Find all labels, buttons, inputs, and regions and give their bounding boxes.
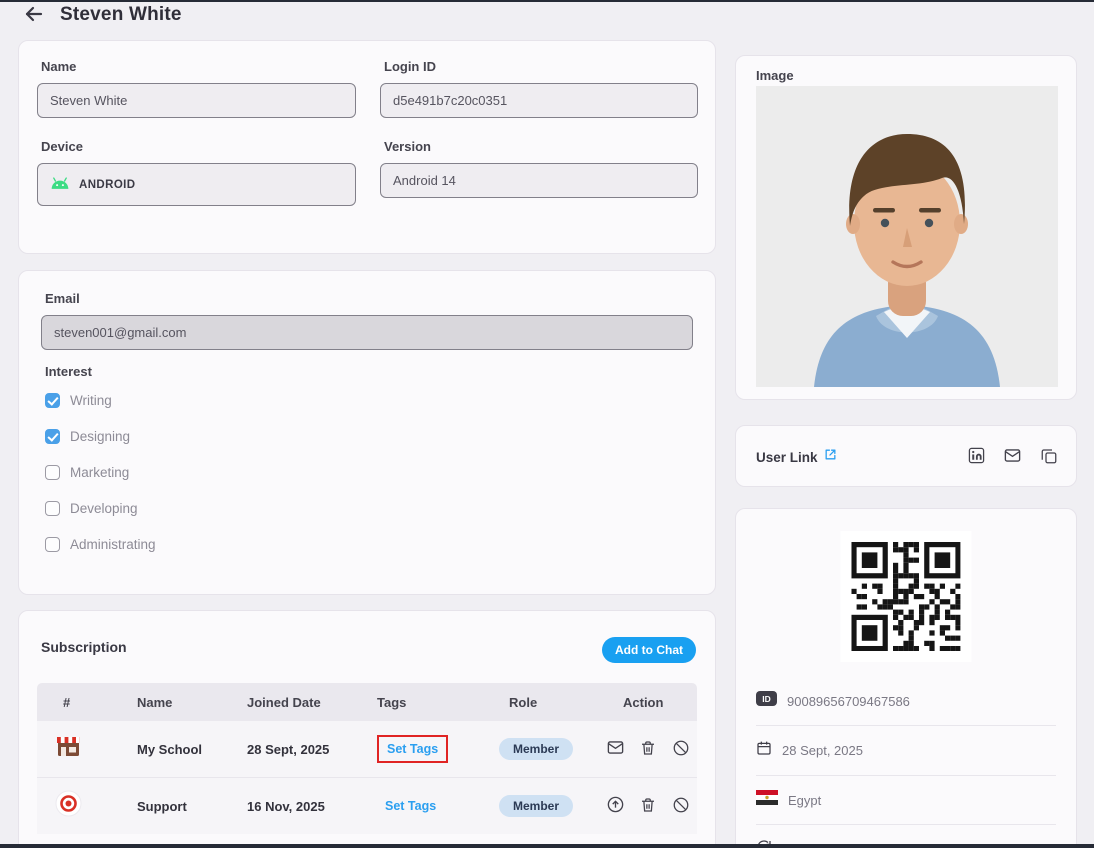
checkbox-writing[interactable] xyxy=(45,393,60,408)
version-label: Version xyxy=(384,139,698,154)
user-link-card: User Link xyxy=(735,425,1077,487)
col-tags: Tags xyxy=(353,695,473,710)
external-link-icon xyxy=(824,448,837,466)
col-action: Action xyxy=(599,695,697,710)
table-row: Support 16 Nov, 2025 Set Tags Member xyxy=(37,777,697,834)
table-header-row: # Name Joined Date Tags Role Action xyxy=(37,683,697,721)
role-badge: Member xyxy=(499,738,573,760)
device-info-card: Name Steven White Login ID d5e491b7c20c0… xyxy=(18,40,716,254)
send-button[interactable] xyxy=(606,795,625,817)
arrow-up-circle-icon xyxy=(606,795,625,817)
device-input[interactable]: ANDROID xyxy=(37,163,356,206)
email-interest-card: Email steven001@gmail.com Interest Writi… xyxy=(18,270,716,595)
support-icon xyxy=(37,790,113,822)
qr-code xyxy=(840,531,971,662)
linkedin-icon xyxy=(968,447,985,467)
back-button[interactable] xyxy=(22,2,46,29)
row-name: My School xyxy=(113,742,223,757)
user-id-row: ID 90089656709467586 xyxy=(756,677,1056,726)
trash-icon xyxy=(639,796,657,817)
checkbox-designing[interactable] xyxy=(45,429,60,444)
login-id-input[interactable]: d5e491b7c20c0351 xyxy=(380,83,698,118)
ban-icon xyxy=(672,739,690,760)
profile-photo xyxy=(756,86,1058,387)
interest-option-designing[interactable]: Designing xyxy=(45,425,156,448)
row-name: Support xyxy=(113,799,223,814)
block-button[interactable] xyxy=(672,739,690,760)
bottom-edge-bar xyxy=(0,844,1094,848)
mail-icon xyxy=(606,738,625,760)
user-link-actions xyxy=(968,426,1058,488)
image-card: Image xyxy=(735,55,1077,400)
interest-option-writing[interactable]: Writing xyxy=(45,389,156,412)
delete-button[interactable] xyxy=(639,796,657,817)
login-id-field: Login ID d5e491b7c20c0351 xyxy=(380,59,698,118)
copy-icon xyxy=(1040,447,1058,468)
page-header: Steven White xyxy=(22,0,182,30)
name-label: Name xyxy=(41,59,356,74)
country-row: Egypt xyxy=(756,776,1056,825)
checkbox-marketing[interactable] xyxy=(45,465,60,480)
svg-text:ID: ID xyxy=(762,694,771,704)
interest-option-developing[interactable]: Developing xyxy=(45,497,156,520)
row-joined-date: 28 Sept, 2025 xyxy=(223,742,353,757)
col-joined-date: Joined Date xyxy=(223,695,353,710)
email-input[interactable]: steven001@gmail.com xyxy=(41,315,693,350)
school-icon xyxy=(37,733,113,765)
subscription-table: # Name Joined Date Tags Role Action xyxy=(37,683,697,834)
email-button[interactable] xyxy=(1003,446,1022,468)
egypt-flag-icon xyxy=(756,790,778,810)
ban-icon xyxy=(672,796,690,817)
version-input[interactable]: Android 14 xyxy=(380,163,698,198)
interest-option-administrating[interactable]: Administrating xyxy=(45,533,156,556)
table-row: My School 28 Sept, 2025 Set Tags Member xyxy=(37,721,697,777)
trash-icon xyxy=(639,739,657,760)
col-role: Role xyxy=(473,695,599,710)
subscription-card: Subscription Add to Chat # Name Joined D… xyxy=(18,610,716,848)
block-button[interactable] xyxy=(672,796,690,817)
mail-button[interactable] xyxy=(606,738,625,760)
copy-button[interactable] xyxy=(1040,447,1058,468)
col-name: Name xyxy=(113,695,223,710)
country-value: Egypt xyxy=(788,793,821,808)
joined-date-row: 28 Sept, 2025 xyxy=(756,726,1056,776)
back-arrow-icon xyxy=(22,2,46,29)
envelope-icon xyxy=(1003,446,1022,468)
calendar-icon xyxy=(756,740,772,761)
version-field: Version Android 14 xyxy=(380,139,698,198)
device-field: Device ANDROID xyxy=(37,139,356,206)
row-joined-date: 16 Nov, 2025 xyxy=(223,799,353,814)
user-detail-page: Steven White Name Steven White Login ID … xyxy=(0,0,1094,848)
details-card: ID 90089656709467586 28 Sept, 2025 Egypt xyxy=(735,508,1077,848)
add-to-chat-button[interactable]: Add to Chat xyxy=(602,637,696,663)
name-field: Name Steven White xyxy=(37,59,356,118)
email-field: Email steven001@gmail.com xyxy=(41,291,693,350)
interest-list: Writing Designing Marketing Developing A… xyxy=(45,389,156,556)
page-title: Steven White xyxy=(60,4,182,26)
checkbox-administrating[interactable] xyxy=(45,537,60,552)
image-label: Image xyxy=(756,68,794,83)
interest-label: Interest xyxy=(45,364,92,379)
set-tags-link[interactable]: Set Tags xyxy=(377,794,444,818)
linkedin-button[interactable] xyxy=(968,447,985,467)
joined-date-value: 28 Sept, 2025 xyxy=(782,743,863,758)
subscription-title: Subscription xyxy=(41,639,127,655)
user-link-label: User Link xyxy=(756,450,818,465)
checkbox-developing[interactable] xyxy=(45,501,60,516)
user-link[interactable]: User Link xyxy=(756,426,837,488)
details-rows: ID 90089656709467586 28 Sept, 2025 Egypt xyxy=(756,677,1056,848)
set-tags-link[interactable]: Set Tags xyxy=(377,735,448,763)
login-id-label: Login ID xyxy=(384,59,698,74)
user-id-value: 90089656709467586 xyxy=(787,694,910,709)
interest-option-marketing[interactable]: Marketing xyxy=(45,461,156,484)
col-number: # xyxy=(37,695,113,710)
delete-button[interactable] xyxy=(639,739,657,760)
device-label: Device xyxy=(41,139,356,154)
email-label: Email xyxy=(45,291,693,306)
name-input[interactable]: Steven White xyxy=(37,83,356,118)
android-icon xyxy=(50,177,70,193)
role-badge: Member xyxy=(499,795,573,817)
id-badge-icon: ID xyxy=(756,691,777,711)
